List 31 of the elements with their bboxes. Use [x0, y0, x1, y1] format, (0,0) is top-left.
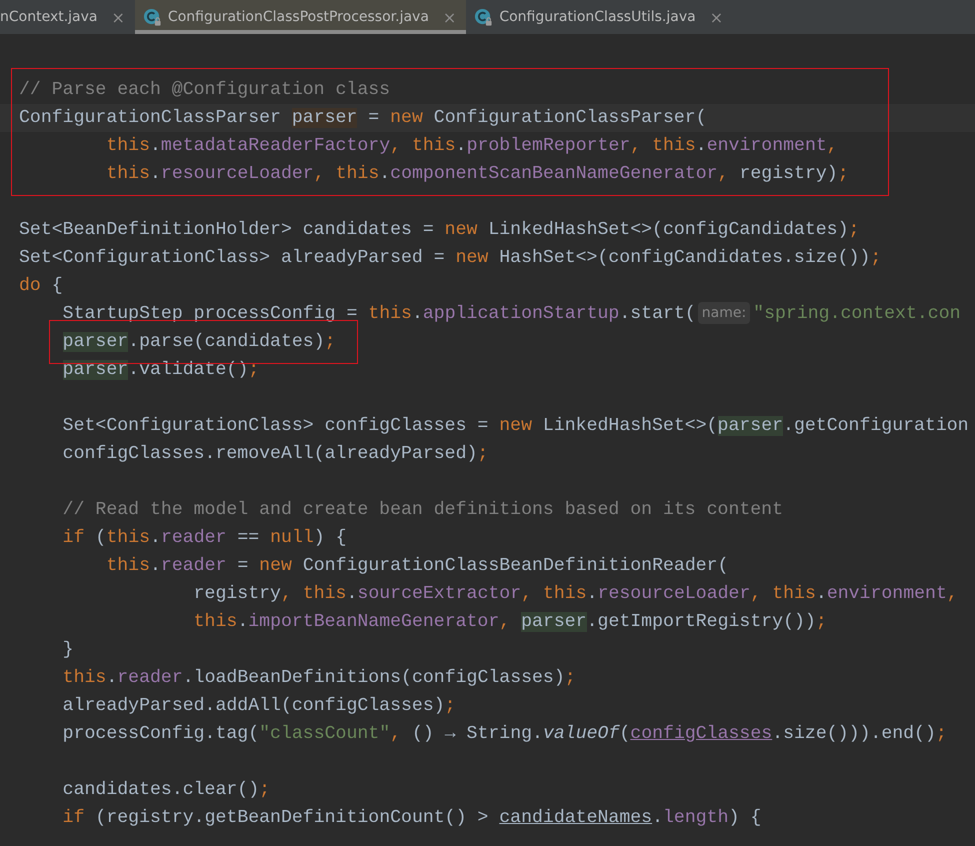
code-text: registry, this.sourceExtractor, this.resourceLoader, this.environment,	[194, 584, 958, 604]
code-text: Set<ConfigurationClass> alreadyParsed = new HashSet<>(configCandidates.size());	[19, 248, 882, 268]
code-text: // Parse each @Configuration class	[19, 80, 390, 100]
close-icon[interactable]: ×	[710, 8, 724, 26]
code-text: parser.parse(candidates);	[62, 332, 336, 352]
code-text: this.metadataReaderFactory, this.problemReporter, this.environment,	[106, 136, 838, 156]
code-text: // Read the model and create bean definitions based on its content	[62, 500, 784, 520]
class-icon	[474, 8, 494, 26]
code-text: this.resourceLoader, this.componentScanBeanNameGenerator, registry);	[106, 164, 849, 184]
code-text: StartupStep processConfig = this.applicationStartup.start(	[62, 304, 696, 324]
class-icon	[142, 8, 162, 26]
code-text: do {	[19, 276, 63, 296]
code-text: Set<ConfigurationClass> configClasses = new LinkedHashSet<>(parser.getConfiguration	[62, 416, 969, 436]
code-text: alreadyParsed.addAll(configClasses);	[62, 696, 456, 716]
code-text: this.reader = new ConfigurationClassBeanDefinitionReader(	[106, 556, 728, 576]
close-icon[interactable]: ×	[442, 8, 456, 26]
code-text: ConfigurationClassParser parser = new ConfigurationClassParser(	[19, 108, 707, 128]
code-text: this.importBeanNameGenerator, parser.getImportRegistry());	[194, 612, 827, 632]
parameter-hint: name:	[698, 302, 750, 324]
code-text: if (registry.getBeanDefinitionCount() > candidateNames.length) {	[62, 808, 762, 828]
close-icon[interactable]: ×	[112, 8, 125, 26]
code-text: }	[62, 640, 74, 660]
code-text: this.reader.loadBeanDefinitions(configClasses);	[62, 668, 576, 688]
code-text: parser.validate();	[62, 360, 260, 380]
code-text: if (this.reader == null) {	[62, 528, 347, 548]
code-text: "spring.context.con	[753, 304, 961, 324]
code-text: processConfig.tag("classCount", () → String.valueOf(configClasses.size())).end();	[62, 724, 947, 744]
code-text: candidates.clear();	[62, 780, 270, 800]
editor-tab[interactable]: ConfigurationClassPostProcessor.java ×	[134, 0, 466, 34]
code-text: Set<BeanDefinitionHolder> candidates = new LinkedHashSet<>(configCandidates);	[19, 220, 860, 240]
code-text: configClasses.removeAll(alreadyParsed);	[62, 444, 488, 464]
